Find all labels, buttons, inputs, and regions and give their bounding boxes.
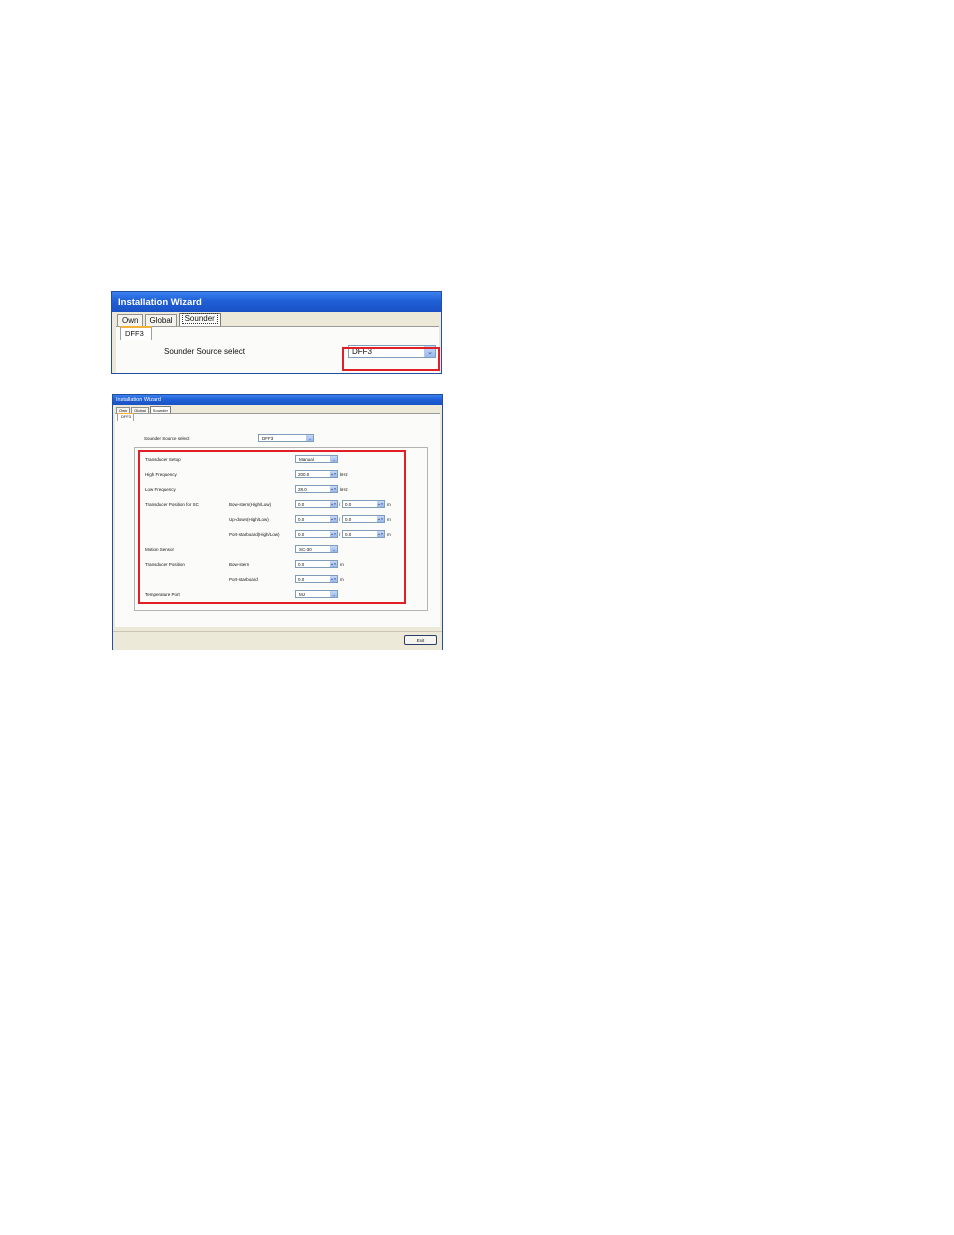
sounder-source-value: DFF3 <box>262 435 274 441</box>
tab-strip: Own Global Sounder <box>117 313 221 326</box>
subtab-dff3[interactable]: DFF3 <box>120 326 152 340</box>
tab-global-label: Global <box>149 316 173 325</box>
sounder-source-label: Sounder Source select <box>164 347 245 356</box>
tab-own[interactable]: Own <box>117 314 144 326</box>
exit-button[interactable]: Exit <box>404 635 437 645</box>
subtab-dff3-label: DFF3 <box>121 414 131 419</box>
tab-strip: Own Global Sounder <box>116 406 171 413</box>
sounder-source-select[interactable]: DFF3 ⌄ <box>258 434 314 442</box>
tab-sounder[interactable]: Sounder <box>149 406 171 413</box>
window-title: Installation Wizard <box>116 397 161 403</box>
subtab-dff3-label: DFF3 <box>125 329 144 338</box>
tab-global[interactable]: Global <box>145 314 177 326</box>
highlight-sounder-source <box>342 347 440 371</box>
window-titlebar[interactable]: Installation Wizard <box>112 292 441 312</box>
window-titlebar[interactable]: Installation Wizard <box>113 395 442 405</box>
bottom-bar <box>113 631 442 650</box>
tab-sounder-label: Sounder <box>181 313 218 324</box>
highlight-settings-group <box>138 450 406 604</box>
subtab-dff3[interactable]: DFF3 <box>117 413 134 421</box>
window-title: Installation Wizard <box>118 297 202 308</box>
tab-own-label: Own <box>122 316 139 325</box>
chevron-down-icon[interactable]: ⌄ <box>306 435 313 441</box>
tab-sounder[interactable]: Sounder <box>178 313 221 326</box>
exit-button-label: Exit <box>416 637 425 643</box>
sounder-source-label: Sounder Source select <box>144 436 190 441</box>
